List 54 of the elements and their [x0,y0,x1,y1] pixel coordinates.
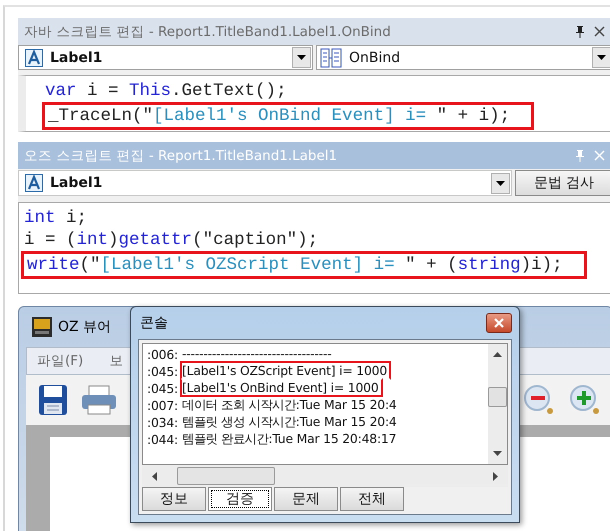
log-number: :006: [147,346,178,362]
object-dropdown[interactable]: Label1 [18,45,313,70]
code-line: i = (int)getattr("caption"); [23,229,320,251]
scroll-up-icon[interactable] [493,352,502,357]
close-icon[interactable] [594,26,605,37]
event-name: OnBind [349,50,402,66]
object-name: Label1 [50,50,104,66]
close-icon [494,318,504,328]
log-number: :007: [147,398,178,414]
event-dropdown[interactable]: OnBind [316,45,610,70]
code-line: var i = This.GetText(); [44,80,288,102]
zoom-out-icon[interactable] [522,383,556,417]
console-tab[interactable]: 문제 [274,487,338,511]
window-title: OZ 뷰어 [58,318,112,336]
panel-title: 자바 스크립트 편집 - Report1.TitleBand1.Label1.OnBind [24,22,392,40]
horizontal-scrollbar[interactable] [142,465,508,487]
scroll-thumb[interactable] [177,467,275,485]
window-title: 콘솔 [139,314,169,332]
vertical-scrollbar[interactable] [488,344,507,464]
syntax-check-button[interactable]: 문법 검사 [515,170,610,196]
log-number: :044: [147,432,178,448]
scroll-left-icon[interactable] [152,472,157,480]
label-icon [25,174,43,192]
scroll-thumb[interactable] [488,387,507,407]
menu-item[interactable]: 파일(F) [37,352,84,370]
panel-title: 오즈 스크립트 편집 - Report1.TitleBand1.Label1 [24,146,338,164]
log-text: 템플릿 생성 시작시간:Tue Mar 15 20:4 [181,413,398,431]
code-editor[interactable]: var i = This.GetText(); _TraceLn("[Label1's OnBind Event] i= " + i); [18,75,610,132]
console-tab[interactable]: 검증 [208,487,272,511]
log-text: ----------------------------------- [181,345,332,363]
app-logo-icon [32,317,52,337]
object-name: Label1 [50,175,104,191]
log-text: [Label1's OZScript Event] i= 1000 [180,361,392,380]
save-icon[interactable] [38,384,68,416]
zoom-in-icon[interactable] [568,383,602,417]
printer-icon[interactable] [80,384,118,416]
log-number: :045: [147,364,178,380]
label-icon [25,48,43,66]
code-editor[interactable]: int i; i = (int)getattr("caption"); write("[Label1's OZScript Event] i= " + (string)i); [18,202,610,294]
log-text: 템플릿 완료시간:Tue Mar 15 20:48:17 [181,430,398,448]
close-button[interactable] [486,313,512,333]
scroll-down-icon[interactable] [493,451,502,456]
log-number: :034: [147,414,178,430]
console-tab[interactable]: 전체 [340,487,404,511]
menu-item[interactable]: 보 [109,352,124,370]
log-number: :045: [147,380,178,396]
code-line: int i; [23,207,88,229]
console-tab[interactable]: 정보 [142,487,206,511]
log-text: 데이터 조회 시작시간:Tue Mar 15 20:4 [181,396,398,414]
log-text: [Label1's OnBind Event] i= 1000 [180,378,383,397]
pin-icon[interactable] [575,26,585,38]
object-dropdown[interactable]: Label1 [18,170,512,196]
scroll-right-icon[interactable] [493,472,498,480]
event-icon [320,48,342,68]
